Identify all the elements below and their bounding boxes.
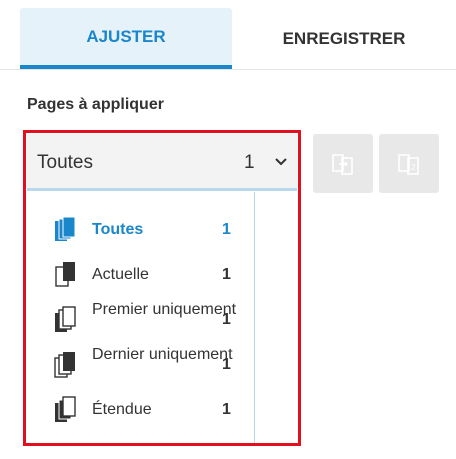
svg-text:2: 2 bbox=[411, 163, 416, 172]
option-count: 1 bbox=[222, 311, 231, 328]
reorder-pages-button[interactable]: 2 bbox=[379, 134, 439, 193]
tab-bar: AJUSTER ENREGISTRER bbox=[0, 0, 456, 70]
first-page-icon bbox=[55, 306, 76, 332]
option-current[interactable]: Actuelle 1 bbox=[27, 259, 255, 291]
option-last[interactable]: Dernier uniquement 1 bbox=[27, 345, 255, 385]
option-label: Premier uniquement bbox=[92, 301, 237, 318]
tab-adjust[interactable]: AJUSTER bbox=[20, 8, 232, 69]
swap-pages-icon bbox=[332, 153, 353, 175]
pages-select[interactable]: Toutes 1 bbox=[27, 134, 297, 191]
range-pages-icon bbox=[55, 396, 76, 422]
option-label: Actuelle bbox=[92, 266, 149, 283]
select-count: 1 bbox=[244, 152, 255, 173]
last-page-icon bbox=[54, 352, 75, 378]
option-range[interactable]: Étendue 1 bbox=[27, 394, 255, 426]
pages-to-apply-label: Pages à appliquer bbox=[27, 96, 164, 113]
pages-dropdown: Toutes 1 Actuelle 1 Premier uniquement 1… bbox=[27, 192, 255, 443]
option-first[interactable]: Premier uniquement 1 bbox=[27, 300, 255, 340]
select-value: Toutes bbox=[37, 152, 93, 173]
option-count: 1 bbox=[222, 401, 231, 418]
swap-pages-button[interactable] bbox=[313, 134, 373, 193]
current-page-icon bbox=[55, 262, 75, 287]
option-label: Dernier uniquement bbox=[92, 346, 233, 363]
option-count: 1 bbox=[222, 356, 231, 373]
option-label: Toutes bbox=[92, 221, 144, 238]
reorder-pages-icon: 2 bbox=[398, 153, 419, 175]
all-pages-icon bbox=[55, 216, 76, 241]
option-count: 1 bbox=[222, 221, 231, 238]
option-label: Étendue bbox=[92, 401, 152, 418]
chevron-down-icon[interactable] bbox=[273, 154, 289, 170]
option-count: 1 bbox=[222, 266, 231, 283]
tab-save[interactable]: ENREGISTRER bbox=[232, 8, 456, 69]
option-all[interactable]: Toutes 1 bbox=[27, 214, 255, 246]
